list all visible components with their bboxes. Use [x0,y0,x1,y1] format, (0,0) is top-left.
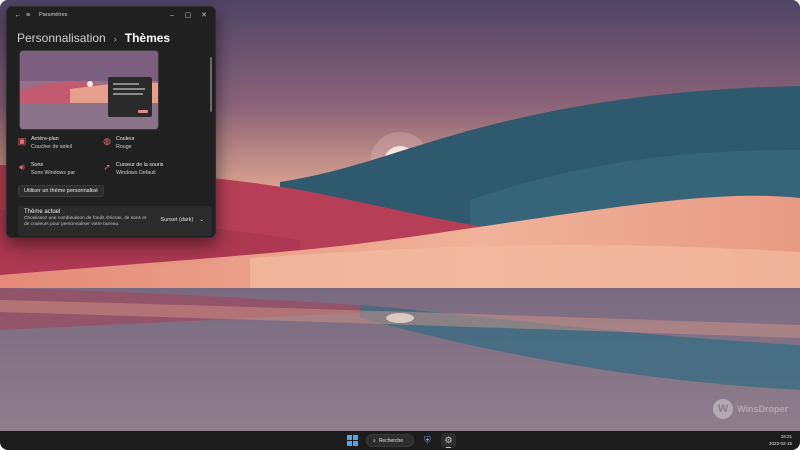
settings-window: ← ≡ Paramètres – ▢ ✕ Personnalisation › … [6,6,216,238]
preview-window [108,77,152,117]
window-title: Paramètres [39,12,68,18]
minimize-button[interactable]: – [167,10,177,20]
cursor-setting[interactable]: ➚ Curseur de la souris Windows Default [102,162,163,177]
palette-icon: ◍ [103,136,111,146]
watermark: W WinsDroper [713,399,788,419]
background-setting[interactable]: ▣ Arrière-plan Coucher de soleil [17,136,72,151]
system-clock[interactable]: 18:21 2023-02-15 [769,434,792,447]
security-shield-icon[interactable]: ⛨ [420,433,435,448]
current-theme-title: Thème actuel [24,209,61,215]
breadcrumb: Personnalisation › Thèmes [7,23,215,45]
cursor-value: Windows Default [116,169,156,176]
page-title: Thèmes [124,31,171,45]
sounds-setting[interactable]: 🔊︎ Sons Sons Windows par [17,162,75,177]
cursor-label: Curseur de la souris [116,162,164,168]
scrollbar[interactable] [210,57,212,112]
title-bar: ← ≡ Paramètres – ▢ ✕ [7,7,215,23]
color-label: Couleur [116,136,135,142]
chevron-down-icon: ⌄ [199,217,204,223]
use-custom-theme-button[interactable]: Utiliser un thème personnalisé [18,185,104,197]
taskbar-search[interactable]: ⌕ Recherche [366,434,414,447]
theme-preview [19,50,159,130]
watermark-logo: W [713,399,734,419]
breadcrumb-separator: › [113,34,117,44]
close-button[interactable]: ✕ [199,10,209,20]
menu-icon[interactable]: ≡ [23,10,33,20]
current-theme-value: Sunset (dark) [160,217,194,223]
settings-gear-icon[interactable]: ⚙ [441,433,456,448]
sounds-value: Sons Windows par [31,169,76,176]
maximize-button[interactable]: ▢ [183,10,193,20]
current-theme-card[interactable]: Thème actuel Choisissez une combinaison … [18,206,212,236]
search-icon: ⌕ [373,437,376,444]
watermark-text: WinsDroper [737,404,788,414]
background-value: Coucher de soleil [31,143,72,150]
cursor-icon: ➚ [103,162,111,172]
taskbar: ⌕ Recherche ⛨ ⚙ 18:21 2023-02-15 [0,431,800,450]
image-icon: ▣ [17,136,27,146]
back-icon[interactable]: ← [13,10,23,20]
clock-date: 2023-02-15 [768,440,792,446]
current-theme-description: Choisissez une combinaison de fonds d'éc… [24,216,147,227]
color-setting[interactable]: ◍ Couleur Rouge [102,136,135,151]
speaker-icon: 🔊︎ [19,162,25,172]
sounds-label: Sons [31,162,44,168]
color-value: Rouge [116,143,132,150]
background-label: Arrière-plan [31,136,59,142]
current-theme-selector[interactable]: Sunset (dark) ⌄ [160,217,204,223]
start-button[interactable] [345,433,360,448]
search-label: Recherche [378,437,403,444]
breadcrumb-parent[interactable]: Personnalisation [17,31,106,45]
